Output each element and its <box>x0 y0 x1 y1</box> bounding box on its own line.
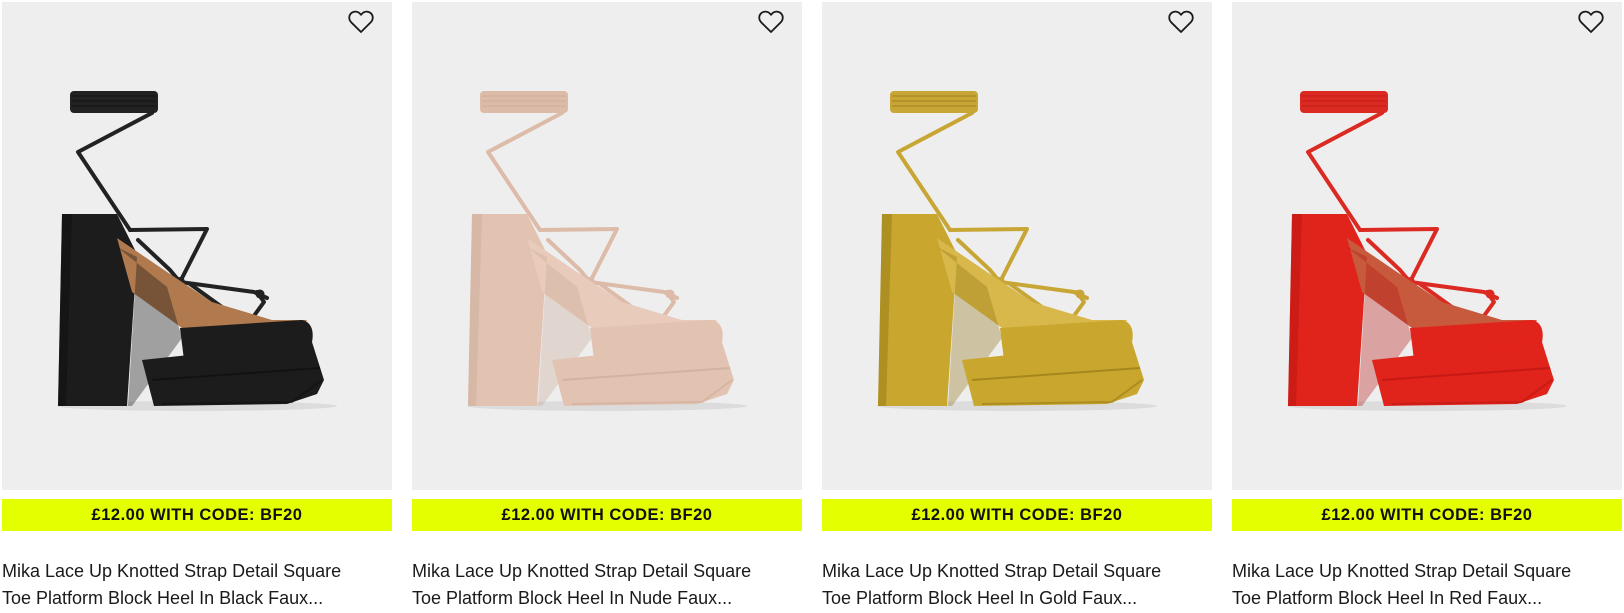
wishlist-button[interactable] <box>1166 8 1196 36</box>
product-card[interactable]: £12.00 WITH CODE: BF20 Mika Lace Up Knot… <box>1232 2 1622 613</box>
product-title-line: Mika Lace Up Knotted Strap Detail Square <box>822 561 1162 581</box>
shoe-image <box>467 91 747 411</box>
heart-outline-icon <box>1578 10 1604 33</box>
product-image[interactable] <box>2 2 392 490</box>
product-image[interactable] <box>822 2 1212 490</box>
promo-banner: £12.00 WITH CODE: BF20 <box>412 499 802 531</box>
product-image[interactable] <box>1232 2 1622 490</box>
product-title[interactable]: Mika Lace Up Knotted Strap Detail Square… <box>822 558 1212 612</box>
wishlist-button[interactable] <box>756 8 786 36</box>
product-card[interactable]: £12.00 WITH CODE: BF20 Mika Lace Up Knot… <box>412 2 802 613</box>
promo-banner: £12.00 WITH CODE: BF20 <box>822 499 1212 531</box>
shoe-image <box>57 91 337 411</box>
product-title-line: Toe Platform Block Heel In Gold Faux... <box>822 588 1138 608</box>
product-title-line: Toe Platform Block Heel In Black Faux... <box>2 588 324 608</box>
heart-outline-icon <box>348 10 374 33</box>
product-card[interactable]: £12.00 WITH CODE: BF20 Mika Lace Up Knot… <box>822 2 1212 613</box>
product-title-line: Toe Platform Block Heel In Red Faux... <box>1232 588 1543 608</box>
product-card[interactable]: £12.00 WITH CODE: BF20 Mika Lace Up Knot… <box>2 2 392 613</box>
wishlist-button[interactable] <box>1576 8 1606 36</box>
product-image[interactable] <box>412 2 802 490</box>
product-title[interactable]: Mika Lace Up Knotted Strap Detail Square… <box>1232 558 1622 612</box>
product-title-line: Toe Platform Block Heel In Nude Faux... <box>412 588 733 608</box>
promo-banner: £12.00 WITH CODE: BF20 <box>1232 499 1622 531</box>
heart-outline-icon <box>758 10 784 33</box>
promo-banner: £12.00 WITH CODE: BF20 <box>2 499 392 531</box>
wishlist-button[interactable] <box>346 8 376 36</box>
heart-outline-icon <box>1168 10 1194 33</box>
product-title-line: Mika Lace Up Knotted Strap Detail Square <box>412 561 752 581</box>
product-grid: £12.00 WITH CODE: BF20 Mika Lace Up Knot… <box>0 0 1624 613</box>
shoe-image <box>877 91 1157 411</box>
product-title-line: Mika Lace Up Knotted Strap Detail Square <box>1232 561 1572 581</box>
shoe-image <box>1287 91 1567 411</box>
product-title[interactable]: Mika Lace Up Knotted Strap Detail Square… <box>412 558 802 612</box>
product-title-line: Mika Lace Up Knotted Strap Detail Square <box>2 561 342 581</box>
product-title[interactable]: Mika Lace Up Knotted Strap Detail Square… <box>2 558 392 612</box>
